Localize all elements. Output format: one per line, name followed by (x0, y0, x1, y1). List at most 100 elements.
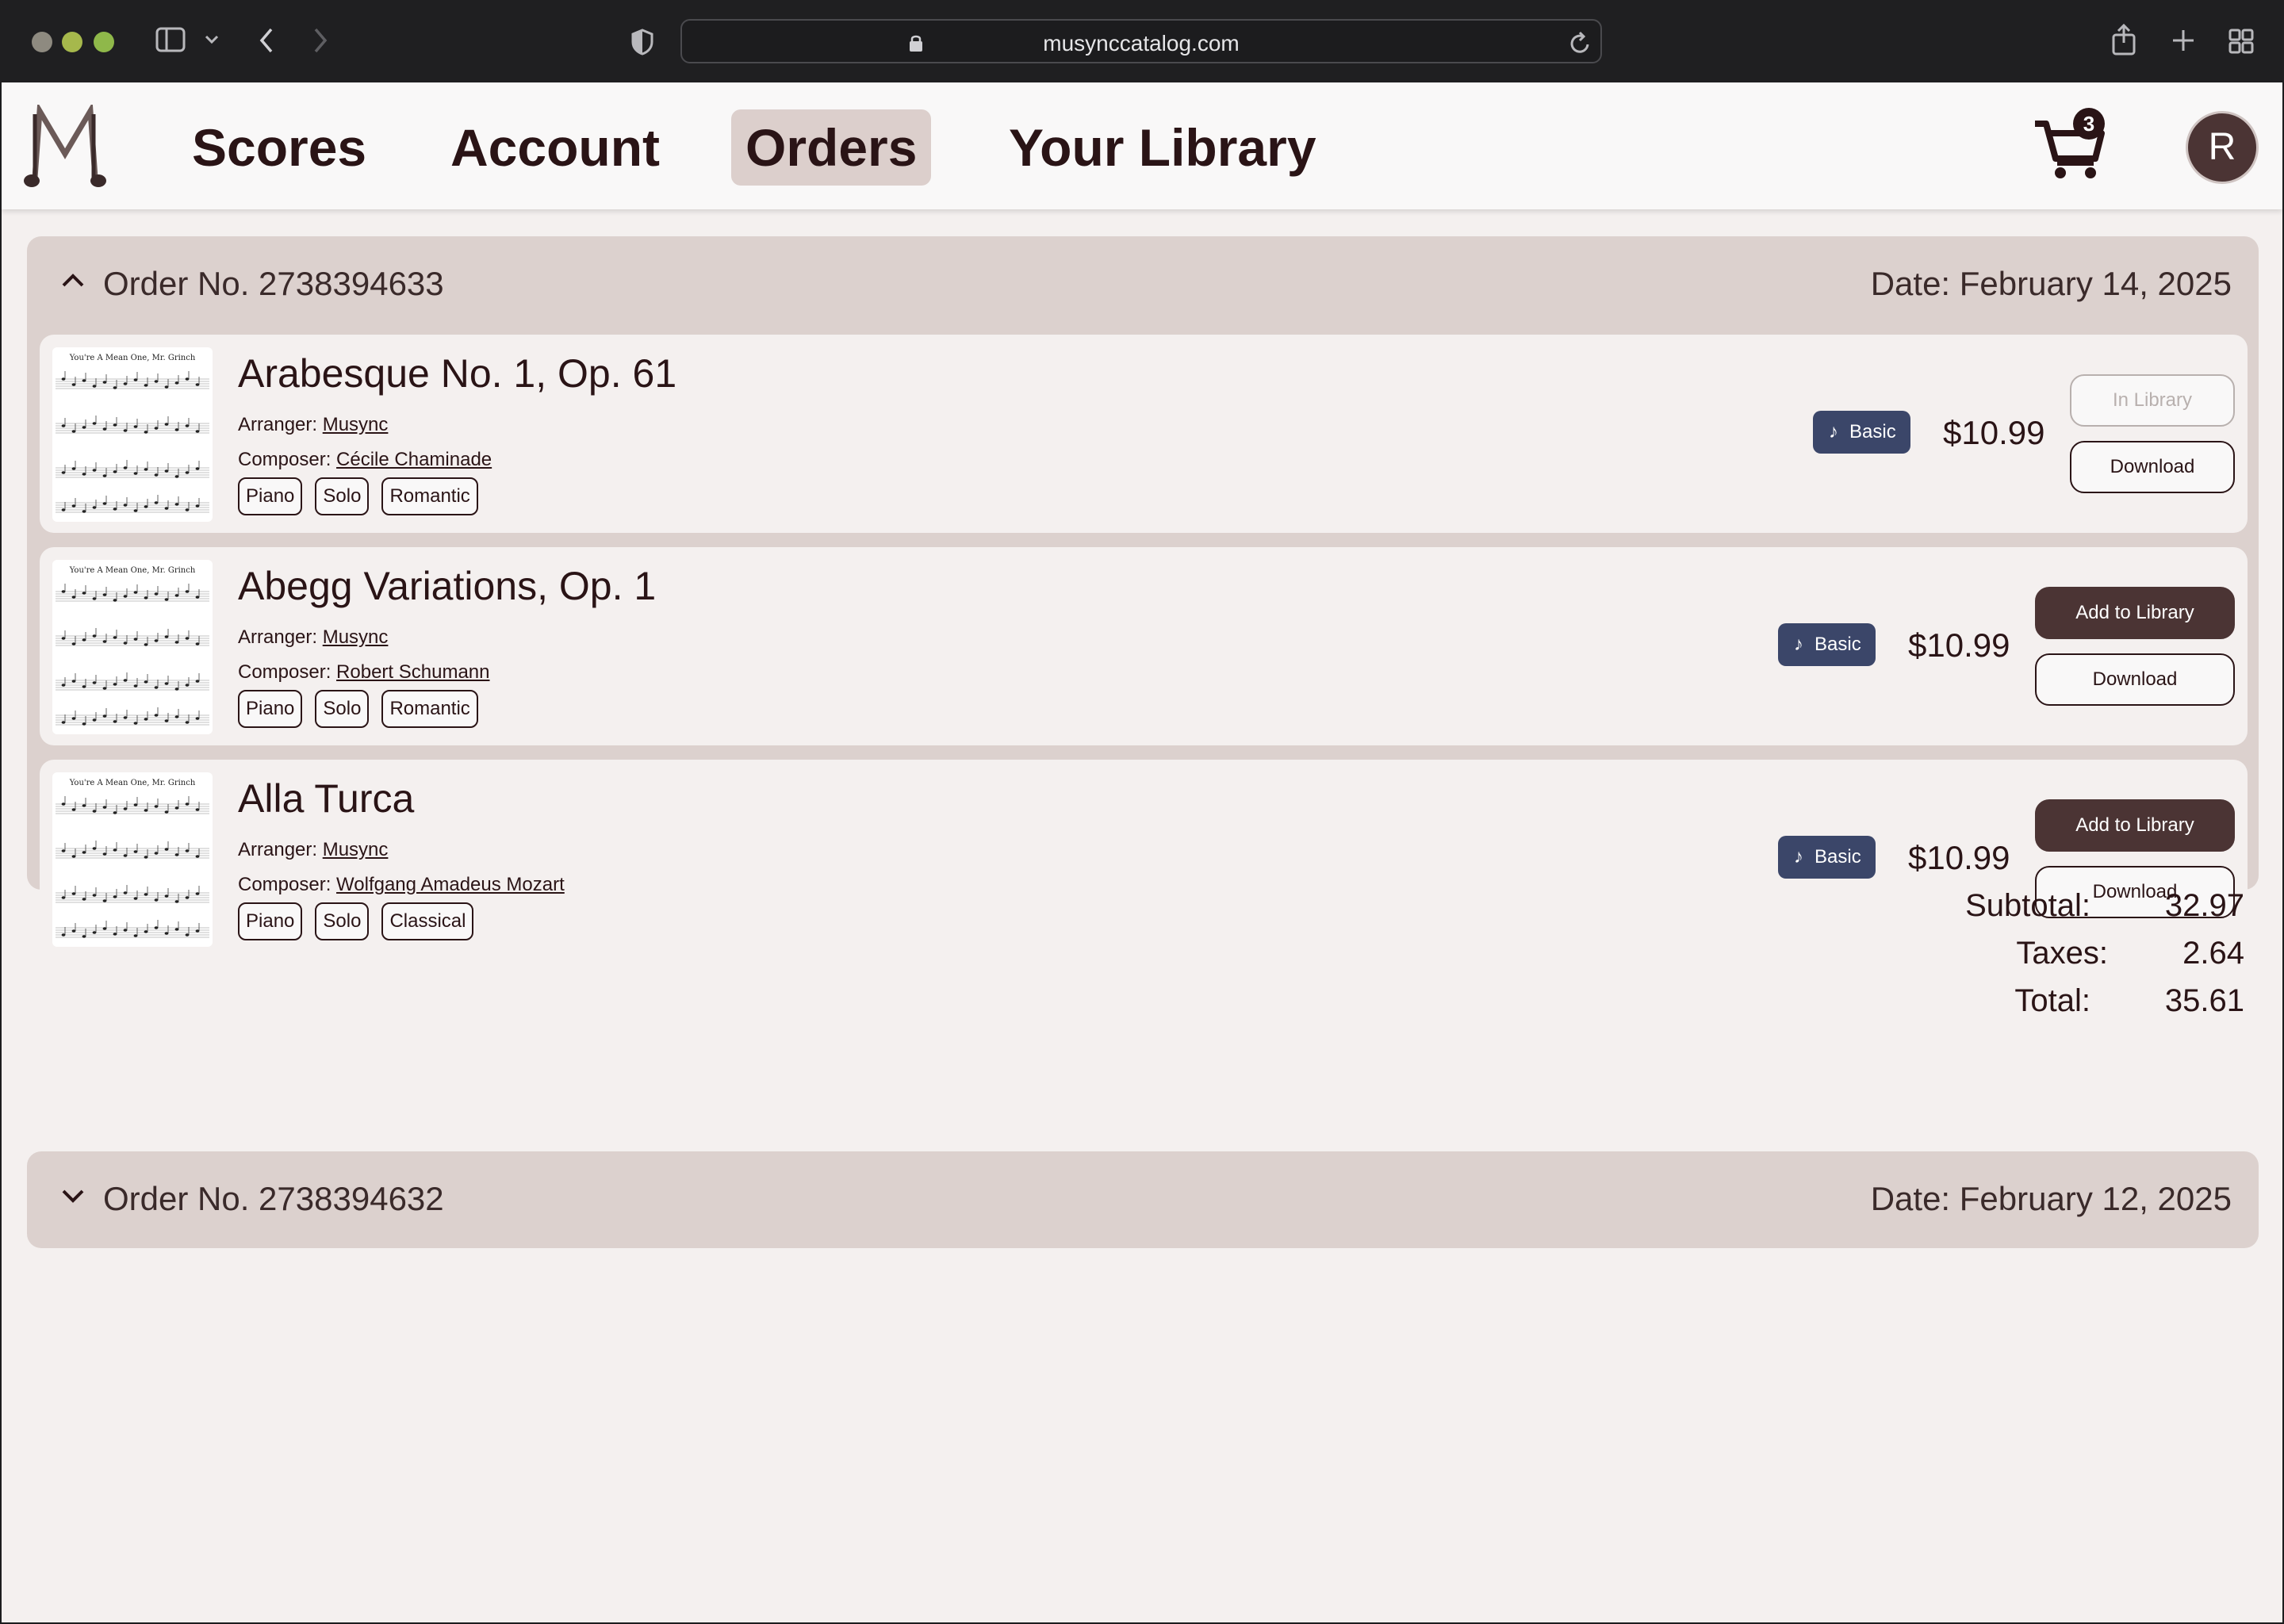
arranger-line: Arranger: Musync (238, 626, 388, 649)
score-thumbnail[interactable]: You're A Mean One, Mr. Grinch (52, 560, 213, 734)
subtotal-label: Subtotal: (1965, 888, 2090, 923)
order-item: You're A Mean One, Mr. Grinch Alla Turca… (40, 760, 2248, 958)
tag-period[interactable]: Classical (381, 902, 474, 940)
score-title[interactable]: Alla Turca (238, 776, 414, 822)
musync-logo-icon[interactable] (24, 105, 106, 190)
license-label: Basic (1815, 846, 1861, 868)
cart-count-badge: 3 (2073, 108, 2105, 140)
share-icon[interactable] (2111, 24, 2136, 56)
user-avatar[interactable]: R (2186, 111, 2259, 184)
music-note-icon: ♪ (1794, 846, 1803, 868)
composer-link[interactable]: Cécile Chaminade (336, 449, 492, 470)
nav-scores[interactable]: Scores (178, 109, 381, 186)
order-number: Order No. 2738394633 (103, 265, 444, 302)
tag-instrument[interactable]: Piano (238, 690, 303, 728)
order-date: Date: February 14, 2025 (1870, 265, 2232, 302)
arranger-label: Arranger: (238, 626, 318, 648)
license-badge: ♪ Basic (1778, 623, 1876, 666)
order-item: You're A Mean One, Mr. Grinch Arabesque … (40, 335, 2248, 533)
composer-link[interactable]: Wolfgang Amadeus Mozart (336, 874, 565, 895)
new-tab-icon[interactable] (2171, 29, 2195, 52)
download-button[interactable]: Download (2035, 653, 2235, 706)
license-badge: ♪ Basic (1778, 836, 1876, 879)
tag-list: Piano Solo Romantic (238, 690, 478, 728)
arranger-line: Arranger: Musync (238, 839, 388, 861)
music-note-icon: ♪ (1794, 634, 1803, 655)
order-date: Date: February 12, 2025 (1870, 1180, 2232, 1217)
arranger-link[interactable]: Musync (323, 626, 389, 648)
price: $10.99 (1908, 839, 2010, 876)
reload-icon[interactable] (1569, 30, 1591, 56)
top-navigation: Scores Account Orders Your Library 3 R (2, 82, 2282, 209)
tag-list: Piano Solo Classical (238, 902, 474, 940)
order-header[interactable]: Order No. 2738394632 Date: February 12, … (27, 1151, 2259, 1248)
tag-period[interactable]: Romantic (381, 477, 478, 515)
tab-overview-icon[interactable] (2228, 29, 2254, 54)
download-button[interactable]: Download (2070, 441, 2235, 493)
sheet-music-image: You're A Mean One, Mr. Grinch (56, 354, 209, 513)
composer-line: Composer: Robert Schumann (238, 661, 490, 684)
add-to-library-button[interactable]: Add to Library (2035, 799, 2235, 852)
price: $10.99 (1943, 414, 2045, 451)
score-thumbnail[interactable]: You're A Mean One, Mr. Grinch (52, 772, 213, 947)
minimize-window-button[interactable] (62, 32, 82, 52)
taxes-value: 2.64 (2182, 936, 2244, 971)
arranger-link[interactable]: Musync (323, 839, 389, 860)
close-window-button[interactable] (32, 32, 52, 52)
order-header[interactable]: Order No. 2738394633 Date: February 14, … (27, 236, 2259, 333)
sheet-music-heading: You're A Mean One, Mr. Grinch (69, 566, 196, 575)
in-library-button[interactable]: In Library (2070, 374, 2235, 427)
order-item: You're A Mean One, Mr. Grinch Abegg Vari… (40, 547, 2248, 745)
chevron-down-icon[interactable] (205, 35, 219, 44)
sheet-music-image: You're A Mean One, Mr. Grinch (56, 566, 209, 726)
score-thumbnail[interactable]: You're A Mean One, Mr. Grinch (52, 347, 213, 522)
composer-line: Composer: Cécile Chaminade (238, 449, 492, 471)
license-label: Basic (1815, 634, 1861, 655)
arranger-label: Arranger: (238, 414, 318, 435)
tag-instrument[interactable]: Piano (238, 902, 303, 940)
arranger-label: Arranger: (238, 839, 318, 860)
arranger-line: Arranger: Musync (238, 414, 388, 436)
tag-instrument[interactable]: Piano (238, 477, 303, 515)
page: Scores Account Orders Your Library 3 R O… (2, 82, 2282, 1622)
composer-label: Composer: (238, 449, 331, 470)
composer-link[interactable]: Robert Schumann (336, 661, 489, 683)
tag-ensemble[interactable]: Solo (315, 902, 370, 940)
total-value: 35.61 (2164, 983, 2244, 1018)
chevron-up-icon[interactable] (59, 265, 87, 297)
sheet-music-image: You're A Mean One, Mr. Grinch (56, 779, 209, 938)
tag-ensemble[interactable]: Solo (315, 477, 370, 515)
composer-label: Composer: (238, 661, 331, 683)
tag-period[interactable]: Romantic (381, 690, 478, 728)
chevron-down-icon[interactable] (59, 1180, 87, 1212)
nav-your-library[interactable]: Your Library (994, 109, 1331, 186)
back-icon[interactable] (259, 27, 274, 54)
license-label: Basic (1849, 421, 1896, 442)
score-title[interactable]: Arabesque No. 1, Op. 61 (238, 350, 676, 396)
tag-ensemble[interactable]: Solo (315, 690, 370, 728)
maximize-window-button[interactable] (94, 32, 114, 52)
sheet-music-heading: You're A Mean One, Mr. Grinch (69, 354, 196, 362)
total-label: Total: (2014, 983, 2090, 1018)
composer-line: Composer: Wolfgang Amadeus Mozart (238, 874, 565, 896)
nav-account[interactable]: Account (436, 109, 674, 186)
license-badge: ♪ Basic (1813, 411, 1910, 454)
sidebar-toggle-icon[interactable] (155, 27, 186, 52)
subtotal-value: 32.97 (2164, 888, 2244, 923)
forward-icon[interactable] (312, 27, 328, 54)
music-note-icon: ♪ (1829, 421, 1838, 442)
address-bar[interactable]: musynccatalog.com (680, 19, 1602, 63)
order-number: Order No. 2738394632 (103, 1180, 444, 1217)
composer-label: Composer: (238, 874, 331, 895)
score-title[interactable]: Abegg Variations, Op. 1 (238, 563, 656, 609)
privacy-shield-icon[interactable] (631, 29, 653, 56)
nav-orders[interactable]: Orders (731, 109, 932, 186)
arranger-link[interactable]: Musync (323, 414, 389, 435)
tag-list: Piano Solo Romantic (238, 477, 478, 515)
taxes-label: Taxes: (2016, 936, 2108, 971)
order-panel: Order No. 2738394633 Date: February 14, … (27, 236, 2259, 1018)
order-panel: Order No. 2738394632 Date: February 12, … (27, 1151, 2259, 1248)
url-text: musynccatalog.com (1043, 31, 1240, 56)
add-to-library-button[interactable]: Add to Library (2035, 587, 2235, 639)
price: $10.99 (1908, 626, 2010, 664)
